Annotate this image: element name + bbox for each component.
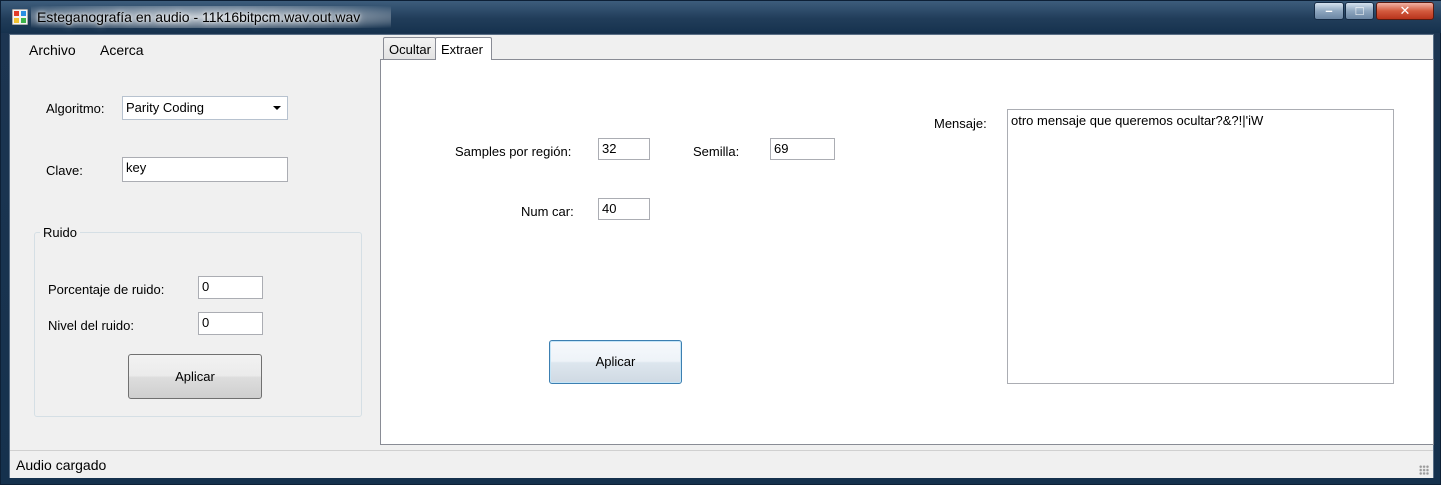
algorithm-label: Algoritmo: [46, 101, 105, 116]
maximize-icon: □ [1355, 3, 1364, 18]
extract-apply-button[interactable]: Aplicar [549, 340, 682, 384]
message-textarea[interactable]: otro mensaje que queremos ocultar?&?!|'i… [1007, 109, 1394, 384]
maximize-button[interactable]: □ [1345, 2, 1374, 20]
menu-archivo[interactable]: Archivo [29, 42, 76, 58]
minimize-icon: – [1325, 3, 1333, 18]
noise-percent-label: Porcentaje de ruido: [48, 282, 165, 297]
noise-level-input[interactable]: 0 [198, 312, 263, 335]
chevron-down-icon [273, 106, 281, 110]
status-text: Audio cargado [16, 457, 107, 473]
samples-label: Samples por región: [455, 144, 572, 159]
key-label: Clave: [46, 163, 83, 178]
numchar-label: Num car: [521, 204, 574, 219]
extract-panel: Samples por región: 32 Semilla: 69 Num c… [380, 59, 1434, 445]
menu-acerca[interactable]: Acerca [100, 42, 144, 58]
minimize-button[interactable]: – [1314, 2, 1344, 20]
seed-input[interactable]: 69 [770, 138, 835, 160]
noise-apply-button[interactable]: Aplicar [128, 354, 262, 399]
tab-extraer[interactable]: Extraer [435, 37, 492, 60]
noise-percent-input[interactable]: 0 [198, 276, 263, 299]
close-button[interactable]: ✕ [1376, 2, 1434, 20]
noise-level-label: Nivel del ruido: [48, 318, 134, 333]
window-title: Esteganografía en audio - 11k16bitpcm.wa… [37, 9, 361, 25]
seed-label: Semilla: [693, 144, 740, 159]
app-window: Esteganografía en audio - 11k16bitpcm.wa… [0, 0, 1441, 485]
app-icon[interactable] [12, 9, 28, 25]
resize-grip-icon[interactable] [1419, 465, 1429, 475]
key-input[interactable]: key [122, 157, 288, 182]
status-bar: Audio cargado [10, 450, 1433, 478]
noise-group-title: Ruido [40, 225, 80, 240]
tab-ocultar[interactable]: Ocultar [383, 37, 436, 59]
algorithm-select[interactable]: Parity Coding [122, 96, 288, 120]
client-area: Archivo Acerca Algoritmo: Parity Coding … [9, 34, 1434, 478]
numchar-input[interactable]: 40 [598, 198, 650, 220]
tab-control: Ocultar Extraer Samples por región: 32 S… [380, 37, 1434, 445]
title-bar[interactable]: Esteganografía en audio - 11k16bitpcm.wa… [1, 1, 1441, 33]
close-icon: ✕ [1399, 3, 1411, 18]
message-label: Mensaje: [934, 116, 987, 131]
algorithm-select-value: Parity Coding [126, 100, 205, 115]
samples-input[interactable]: 32 [598, 138, 650, 160]
